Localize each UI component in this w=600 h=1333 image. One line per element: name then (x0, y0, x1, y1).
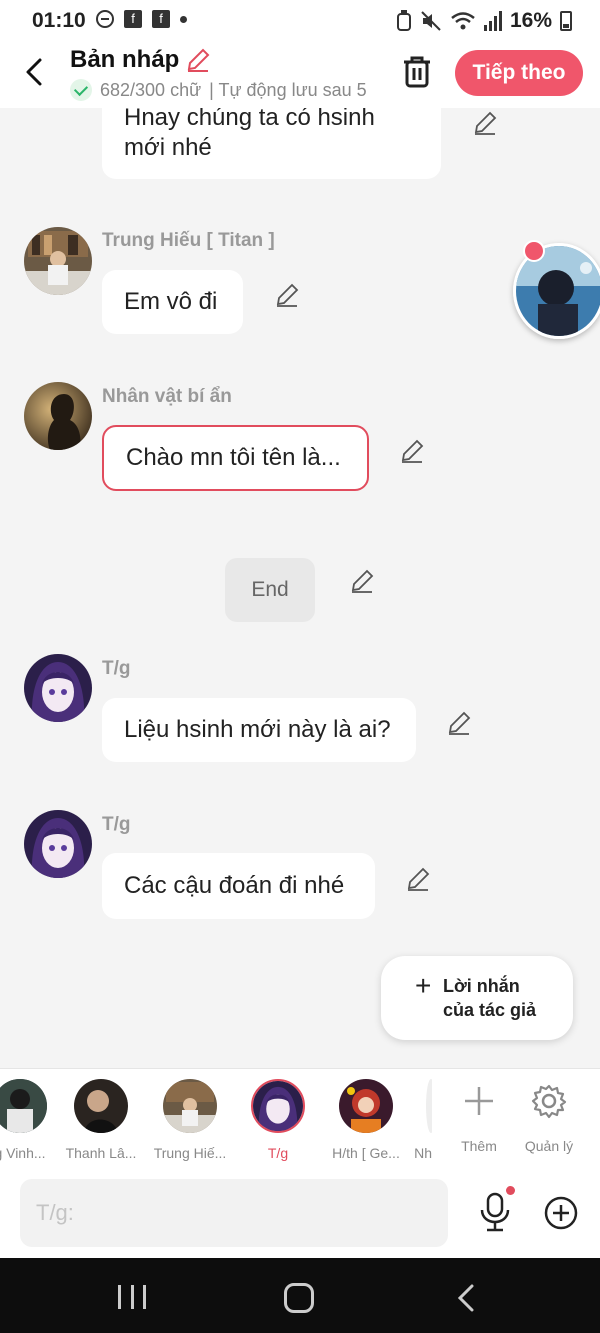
character-item[interactable]: T/g (238, 1079, 318, 1161)
character-avatar (0, 1079, 47, 1133)
add-label: Thêm (461, 1138, 497, 1154)
message-bubble[interactable]: Em vô đi (102, 270, 243, 334)
character-avatar (251, 1079, 305, 1133)
dnd-icon (96, 10, 114, 28)
manage-label: Quản lý (524, 1138, 574, 1154)
character-strip: g Vinh... Thanh Lâ... Trung Hiế... T/g H… (0, 1068, 600, 1170)
status-bar: 01:10 f f 16% (0, 0, 600, 42)
message-bubble[interactable]: Hnay chúng ta có hsinh mới nhé (102, 108, 441, 179)
signal-icon (483, 11, 502, 31)
character-avatar (163, 1079, 217, 1133)
character-label: Thanh Lâ... (65, 1145, 137, 1161)
composer (0, 1170, 600, 1258)
character-label: H/th [ Ge... (332, 1145, 400, 1161)
edit-icon[interactable] (349, 568, 375, 594)
avatar[interactable] (24, 227, 92, 295)
character-item[interactable]: Nh (398, 1079, 432, 1161)
alarm-icon (396, 10, 411, 31)
battery-percent: 16% (509, 9, 552, 32)
edit-icon[interactable] (472, 110, 498, 136)
character-label: T/g (267, 1145, 289, 1161)
facebook-icon: f (124, 10, 142, 28)
end-marker[interactable]: End (225, 558, 315, 622)
manage-characters-button[interactable]: Quản lý (514, 1081, 584, 1154)
gear-icon (531, 1084, 567, 1119)
character-item[interactable]: Thanh Lâ... (61, 1079, 141, 1161)
chat-area: Hnay chúng ta có hsinh mới nhé Trung Hiế… (0, 108, 600, 1068)
author-note-button[interactable]: + Lời nhắn của tác giả (381, 956, 573, 1040)
character-item[interactable]: g Vinh... (0, 1079, 60, 1161)
character-item[interactable]: H/th [ Ge... (326, 1079, 406, 1161)
top-bar: Bản nháp 682/300 chữ | Tự động lưu sau 5… (0, 42, 600, 108)
avatar[interactable] (24, 810, 92, 878)
plus-icon (465, 1087, 493, 1115)
edit-icon[interactable] (399, 438, 425, 464)
word-count-status: 682/300 chữ | Tự động lưu sau 5 (70, 79, 378, 101)
message-input[interactable] (20, 1179, 448, 1247)
message-bubble[interactable]: Liệu hsinh mới này là ai? (102, 698, 416, 762)
plus-icon: + (415, 970, 432, 1001)
add-character-button[interactable]: Thêm (444, 1081, 514, 1154)
message-text: Chào mn tôi tên là... (126, 444, 341, 471)
message-text: Liệu hsinh mới này là ai? (124, 716, 391, 743)
autosave-text: | Tự động lưu sau 5 (209, 79, 367, 100)
end-text: End (251, 578, 289, 601)
message-text: Các cậu đoán đi nhé (124, 872, 345, 899)
character-label: g Vinh... (0, 1145, 46, 1161)
facebook-icon: f (152, 10, 170, 28)
recent-apps-icon[interactable] (118, 1285, 146, 1309)
back-arrow-icon[interactable] (22, 56, 46, 88)
character-avatar (426, 1079, 432, 1133)
page-title[interactable]: Bản nháp (70, 46, 211, 74)
status-time: 01:10 (32, 9, 86, 32)
message-bubble[interactable]: Các cậu đoán đi nhé (102, 853, 375, 919)
character-avatar (339, 1079, 393, 1133)
check-icon (70, 79, 92, 101)
message-bubble[interactable]: Chào mn tôi tên là... (102, 425, 369, 491)
notification-badge (523, 240, 545, 262)
character-avatar (74, 1079, 128, 1133)
add-circle-icon[interactable] (543, 1195, 579, 1231)
character-name: Nhân vật bí ẩn (102, 386, 232, 407)
edit-icon[interactable] (274, 282, 300, 308)
author-note-label: Lời nhắn (443, 976, 520, 996)
edit-icon[interactable] (446, 710, 472, 736)
trash-icon[interactable] (400, 54, 434, 90)
edit-title-icon[interactable] (185, 47, 211, 73)
word-count: 682/300 chữ (100, 79, 202, 100)
character-item[interactable]: Trung Hiế... (150, 1079, 230, 1161)
character-label: Nh (414, 1145, 432, 1161)
title-text: Bản nháp (70, 46, 180, 73)
home-icon[interactable] (284, 1283, 314, 1313)
recording-dot (506, 1186, 515, 1195)
back-icon[interactable] (456, 1284, 476, 1312)
wifi-icon (451, 12, 475, 30)
edit-icon[interactable] (405, 866, 431, 892)
message-text-line: Hnay chúng ta có hsinh (124, 108, 375, 131)
avatar[interactable] (24, 654, 92, 722)
next-button[interactable]: Tiếp theo (455, 50, 583, 96)
message-text: Em vô đi (124, 288, 218, 315)
character-name: Trung Hiếu [ Titan ] (102, 230, 275, 251)
avatar[interactable] (24, 382, 92, 450)
mute-icon (421, 11, 441, 31)
notification-dot-icon (180, 15, 187, 23)
character-name: T/g (102, 814, 131, 835)
message-text-line: mới nhé (124, 134, 212, 161)
author-note-label: của tác giả (443, 1000, 537, 1020)
character-name: T/g (102, 658, 131, 679)
microphone-icon[interactable] (478, 1192, 512, 1232)
system-navigation-bar (0, 1258, 600, 1333)
battery-icon (560, 11, 572, 31)
character-label: Trung Hiế... (153, 1145, 227, 1161)
